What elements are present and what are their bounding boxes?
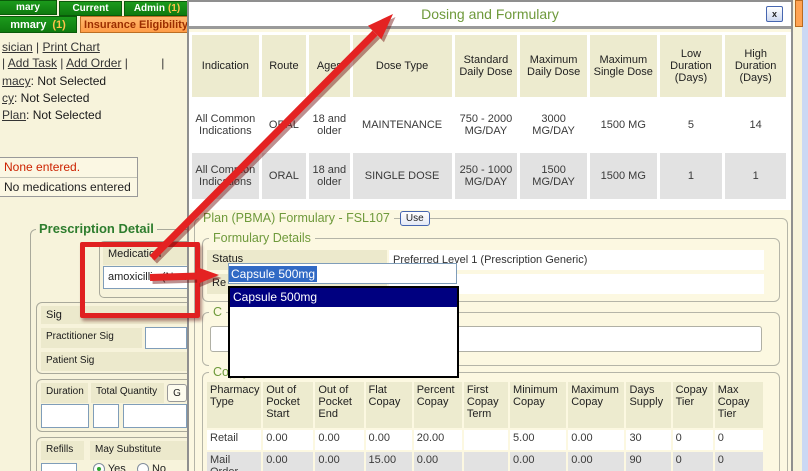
duration-input[interactable] — [41, 404, 89, 428]
patient-sig-label: Patient Sig — [41, 352, 187, 371]
policy-link[interactable]: cy — [2, 91, 14, 105]
dialog-title-bar: Dosing and Formulary — [189, 2, 791, 29]
dose-form-listbox: Capsule 500mg — [228, 286, 459, 378]
substitute-no-radio[interactable] — [137, 463, 149, 471]
dosing-table-area: Indication Route Ages Dose Type Standard… — [189, 32, 791, 210]
medication-highlight-rectangle — [80, 242, 200, 318]
col-header: Days Supply — [626, 382, 670, 428]
add-task-link[interactable]: Add Task — [8, 56, 57, 70]
close-icon[interactable]: x — [766, 6, 783, 22]
tab-current[interactable]: Current — [59, 1, 122, 16]
may-substitute-options: Yes No — [93, 463, 166, 471]
screen: mary Current Admin (1) mmary (1) Insuran… — [0, 0, 808, 471]
plan-selection: Plan: Not Selected — [2, 108, 101, 122]
col-header: Dose Type — [353, 35, 452, 97]
no-medications-entered: No medications entered — [0, 177, 137, 196]
dosing-row-single-dose: All Common Indications ORAL 18 and older… — [192, 153, 786, 199]
plan-formulary-legend-row: Plan (PBMA) Formulary - FSL107 Use — [199, 211, 430, 226]
col-header: Max Copay Tier — [715, 382, 763, 428]
practitioner-sig-label: Practitioner Sig — [41, 328, 142, 348]
combobox-selected-text: Capsule 500mg — [229, 266, 317, 282]
col-header: Minimum Copay — [510, 382, 566, 428]
plan-formulary-legend: Plan (PBMA) Formulary - FSL107 — [199, 211, 394, 225]
col-header: Route — [262, 35, 306, 97]
dose-form-combobox[interactable]: Capsule 500mg — [228, 263, 457, 284]
dosing-formulary-dialog: Dosing and Formulary x Indication Route … — [187, 0, 793, 471]
col-header: Flat Copay — [366, 382, 412, 428]
col-header: Low Duration (Days) — [660, 35, 723, 97]
add-order-link[interactable]: Add Order — [66, 56, 121, 70]
col-header: Indication — [192, 35, 259, 97]
print-chart-link[interactable]: Print Chart — [43, 40, 100, 54]
summary-count-badge: (1) — [52, 19, 65, 31]
pharmacy-selection: macy: Not Selected — [2, 74, 106, 88]
use-button[interactable]: Use — [400, 211, 430, 226]
total-quantity-input[interactable] — [93, 404, 119, 428]
chart-links-row2: | Add Task | Add Order | | — [2, 56, 164, 70]
dosing-row-maintenance: All Common Indications ORAL 18 and older… — [192, 100, 786, 150]
total-quantity-unit-input[interactable] — [123, 404, 187, 428]
col-header: Maximum Daily Dose — [520, 35, 587, 97]
may-substitute-label: May Substitute — [90, 441, 187, 460]
tab-insurance-eligibility[interactable]: Insurance Eligibility — [80, 16, 192, 33]
admin-count-badge: (1) — [168, 3, 180, 14]
listbox-option[interactable]: Capsule 500mg — [230, 288, 457, 307]
col-header: Maximum Single Dose — [590, 35, 657, 97]
dialog-title: Dosing and Formulary — [421, 6, 559, 22]
duration-label: Duration — [41, 383, 88, 403]
col-header: Maximum Copay — [568, 382, 624, 428]
tab-summary[interactable]: mmary (1) — [0, 16, 77, 33]
page-scrollbar[interactable] — [802, 0, 808, 471]
pharmacy-link[interactable]: macy — [2, 74, 31, 88]
copay-table: Pharmacy Type Out of Pocket Start Out of… — [205, 380, 765, 471]
chart-links-row1: sician | Print Chart — [2, 40, 100, 54]
col-header: Out of Pocket Start — [263, 382, 313, 428]
tab-admin[interactable]: Admin (1) — [124, 1, 190, 16]
tab-edge-fragment — [795, 0, 803, 27]
col-header: Standard Daily Dose — [455, 35, 518, 97]
plan-link[interactable]: Plan — [2, 108, 26, 122]
refills-input[interactable] — [41, 463, 77, 471]
copay-row-retail: Retail 0.00 0.00 0.00 20.00 5.00 0.00 30… — [207, 430, 763, 450]
prescription-detail-legend: Prescription Detail — [36, 221, 157, 236]
dosing-table: Indication Route Ages Dose Type Standard… — [189, 32, 789, 202]
practitioner-sig-input[interactable] — [145, 327, 187, 349]
copay-row-mail-order: Mail Order 0.00 0.00 15.00 0.00 0.00 0.0… — [207, 452, 763, 471]
refills-label: Refills — [41, 441, 84, 460]
total-quantity-label: Total Quantity — [91, 383, 164, 403]
col-header: First Copay Term — [464, 382, 508, 428]
substitute-yes-radio[interactable] — [93, 463, 105, 471]
col-header: Pharmacy Type — [207, 382, 261, 428]
formulary-details-legend: Formulary Details — [209, 231, 315, 245]
quantity-calc-button[interactable]: G — [167, 384, 187, 402]
policy-selection: cy: Not Selected — [2, 91, 89, 105]
col-header: High Duration (Days) — [725, 35, 786, 97]
physician-link[interactable]: sician — [2, 40, 33, 54]
coverage-legend: C — [209, 305, 226, 319]
tab-summary-top[interactable]: mary — [0, 0, 57, 15]
col-header: Percent Copay — [414, 382, 462, 428]
medications-alert-box: None entered. No medications entered — [0, 157, 138, 197]
allergies-none-entered: None entered. — [0, 158, 137, 177]
col-header: Ages — [309, 35, 349, 97]
col-header: Out of Pocket End — [315, 382, 363, 428]
col-header: Copay Tier — [673, 382, 713, 428]
